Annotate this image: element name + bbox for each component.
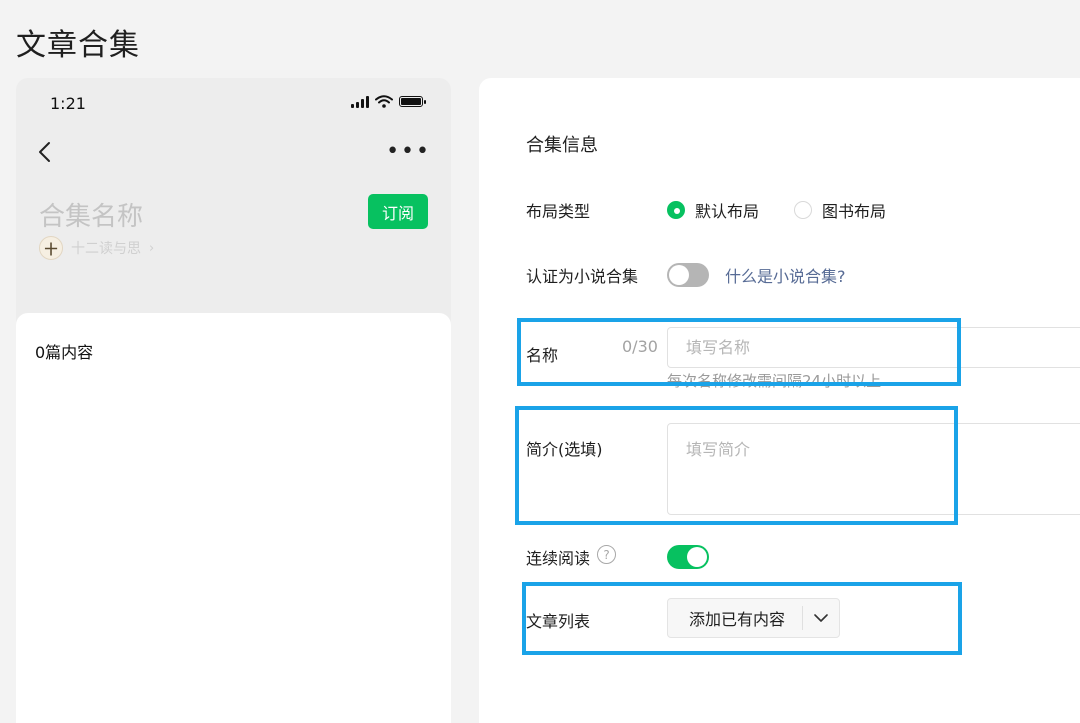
highlight-box-name [517,318,961,386]
radio-unselected-icon [794,201,812,219]
section-title: 合集信息 [526,135,598,156]
radio-book-layout[interactable]: 图书布局 [794,198,886,222]
what-is-novel-link[interactable]: 什么是小说合集? [725,263,846,287]
author-row[interactable]: 十 十二读与思 › [39,236,154,260]
collection-name-placeholder: 合集名称 [39,202,144,232]
radio-selected-icon [667,201,685,219]
continuous-read-toggle[interactable] [667,545,709,569]
help-icon[interactable]: ? [597,545,616,564]
novel-collection-label: 认证为小说合集 [526,267,639,286]
highlight-box-intro [515,406,958,525]
subscribe-button[interactable]: 订阅 [368,194,428,229]
radio-default-layout[interactable]: 默认布局 [667,198,759,222]
more-icon[interactable]: ••• [386,141,431,163]
status-time: 1:21 [50,94,86,113]
status-bar: 1:21 [16,78,451,126]
layout-type-label: 布局类型 [526,202,591,221]
article-count: 0篇内容 [35,343,94,362]
back-icon[interactable] [34,140,58,164]
status-icons [351,95,426,108]
phone-preview: 1:21 ••• 合集名称 订阅 十 十二读与思 › 0篇内容 [16,78,451,723]
phone-content-card: 0篇内容 [16,313,451,723]
chevron-right-icon: › [149,240,155,256]
signal-icon [351,95,369,108]
continuous-read-label: 连续阅读 [526,549,591,568]
highlight-box-article-list [522,582,962,655]
avatar: 十 [39,236,63,260]
battery-icon [399,96,426,107]
author-name: 十二读与思 [71,241,141,257]
novel-collection-toggle[interactable] [667,263,709,287]
wifi-icon [375,95,393,108]
page-title: 文章合集 [16,28,140,63]
radio-label: 默认布局 [695,202,760,221]
radio-label: 图书布局 [822,202,887,221]
